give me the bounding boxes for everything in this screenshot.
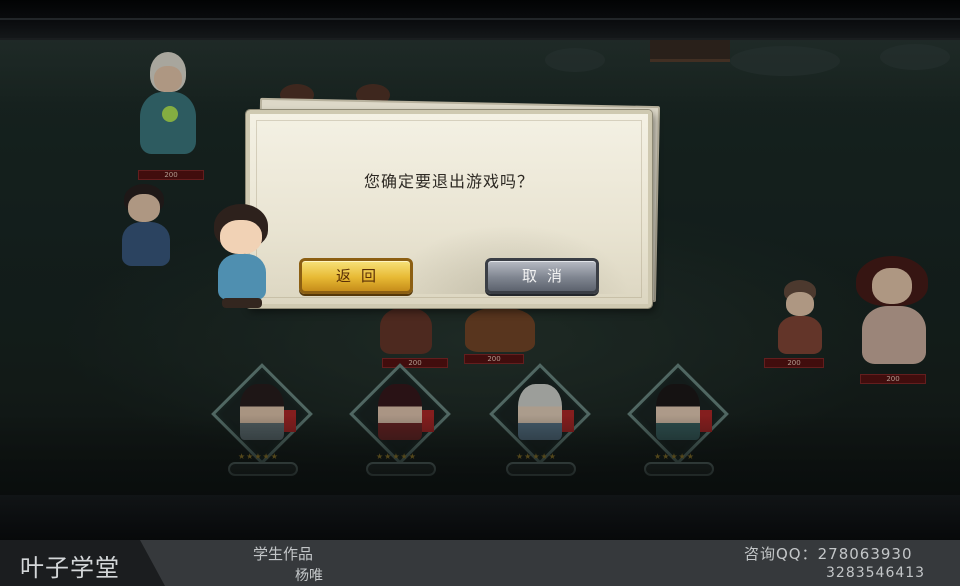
dialog-message: 您确定要退出游戏吗？ <box>363 172 534 191</box>
qq-contact-second: 3283546413 <box>826 565 926 581</box>
top-bar <box>0 0 960 40</box>
exit-confirm-dialog: 您确定要退出游戏吗？ 返回 取消 <box>246 110 652 308</box>
bottom-band <box>0 495 960 540</box>
author-name: 杨唯 <box>295 568 323 584</box>
hero-character[interactable] <box>206 204 276 310</box>
work-label: 学生作品 <box>253 545 314 563</box>
cancel-button[interactable]: 取消 <box>485 258 599 294</box>
return-button[interactable]: 返回 <box>299 258 413 294</box>
brand-logo: 叶子学堂 <box>20 554 120 582</box>
watermark-footer: 叶子学堂 学生作品 杨唯 咨询QQ：278063930 3283546413 <box>0 540 960 586</box>
qq-contact: 咨询QQ：278063930 <box>744 545 913 563</box>
